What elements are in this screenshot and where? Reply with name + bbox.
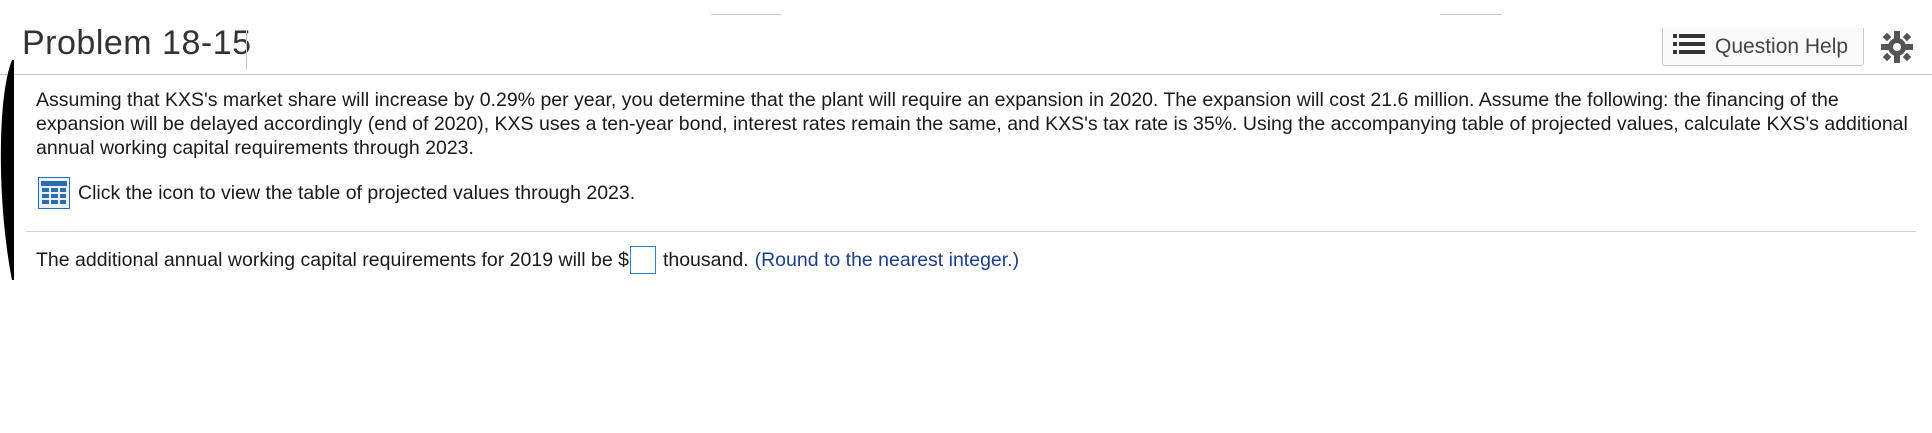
header-divider xyxy=(0,74,1932,75)
page-title: Problem 18-15 xyxy=(22,24,252,62)
problem-statement: Assuming that KXS's market share will in… xyxy=(36,89,1908,159)
gear-icon[interactable] xyxy=(1880,30,1914,64)
rounding-hint: (Round to the nearest integer.) xyxy=(754,248,1020,271)
table-icon[interactable] xyxy=(38,177,70,209)
left-edge-artifact xyxy=(0,60,14,280)
problem-content: Assuming that KXS's market share will in… xyxy=(36,88,1916,209)
title-divider xyxy=(246,30,247,70)
section-divider xyxy=(26,231,1916,232)
answer-suffix: thousand. xyxy=(662,248,749,271)
answer-prefix: The additional annual working capital re… xyxy=(36,248,629,271)
table-link-text: Click the icon to view the table of proj… xyxy=(78,181,636,204)
table-link-row: Click the icon to view the table of proj… xyxy=(38,177,1916,209)
answer-row: The additional annual working capital re… xyxy=(36,246,1019,274)
question-help-label: Question Help xyxy=(1715,34,1849,58)
problem-header: Problem 18-15 Question Help xyxy=(0,0,1932,75)
answer-input[interactable] xyxy=(629,246,656,274)
question-help-button[interactable]: Question Help xyxy=(1662,28,1864,66)
list-icon xyxy=(1673,32,1705,61)
